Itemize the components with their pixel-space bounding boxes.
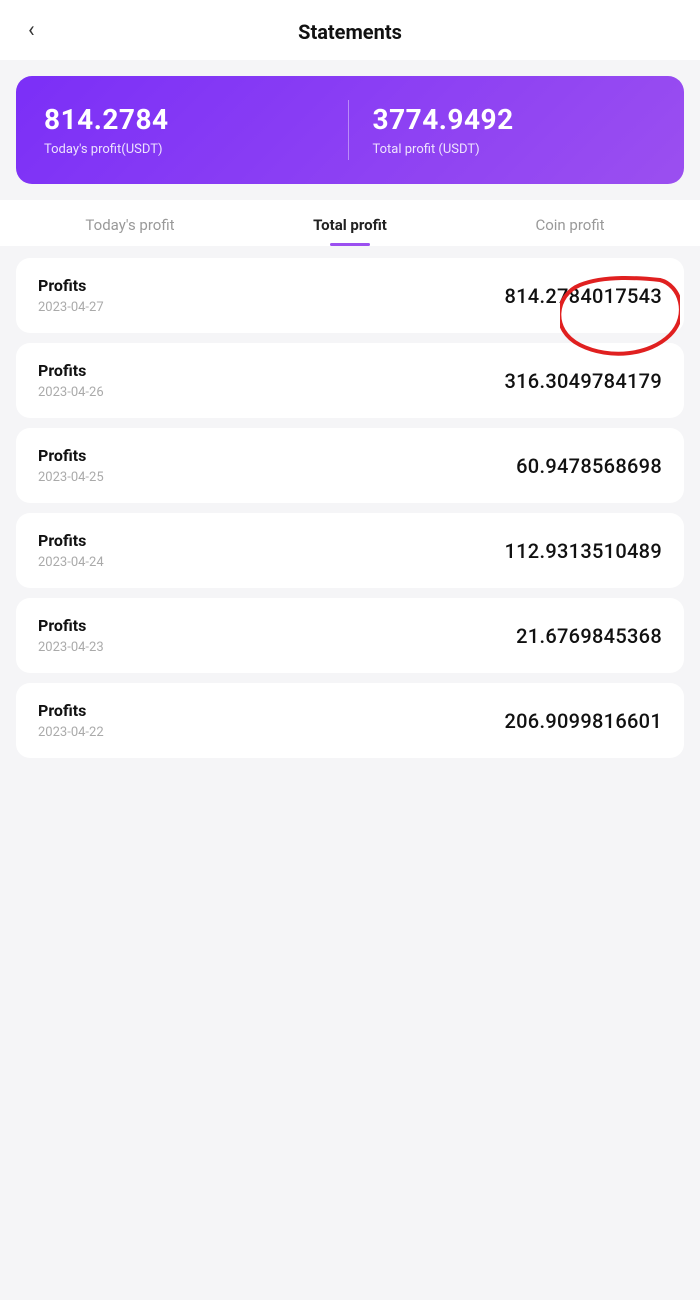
total-profit-value: 3774.9492 bbox=[373, 103, 657, 136]
summary-card: 814.2784 Today's profit(USDT) 3774.9492 … bbox=[16, 76, 684, 184]
header: ‹ Statements bbox=[0, 0, 700, 60]
tab-coin[interactable]: Coin profit bbox=[460, 200, 680, 246]
profit-date-1: 2023-04-26 bbox=[38, 385, 104, 400]
profit-amount-0: 814.2784017543 bbox=[504, 284, 662, 308]
profit-info-3: Profits 2023-04-24 bbox=[38, 531, 104, 570]
back-button[interactable]: ‹ bbox=[20, 14, 43, 47]
profit-list: Profits 2023-04-27 814.2784017543 Profit… bbox=[0, 258, 700, 778]
profit-amount-4: 21.6769845368 bbox=[516, 624, 662, 648]
profit-title-4: Profits bbox=[38, 616, 104, 635]
profit-date-2: 2023-04-25 bbox=[38, 470, 104, 485]
profit-info-5: Profits 2023-04-22 bbox=[38, 701, 104, 740]
total-profit-section: 3774.9492 Total profit (USDT) bbox=[349, 103, 657, 157]
tab-total[interactable]: Total profit bbox=[240, 200, 460, 246]
profit-title-5: Profits bbox=[38, 701, 104, 720]
profit-info-4: Profits 2023-04-23 bbox=[38, 616, 104, 655]
tabs-bar: Today's profit Total profit Coin profit bbox=[0, 200, 700, 246]
today-profit-section: 814.2784 Today's profit(USDT) bbox=[44, 103, 348, 157]
profit-date-4: 2023-04-23 bbox=[38, 640, 104, 655]
today-profit-label: Today's profit(USDT) bbox=[44, 142, 328, 157]
page-title: Statements bbox=[298, 20, 402, 44]
profit-title-1: Profits bbox=[38, 361, 104, 380]
profit-date-5: 2023-04-22 bbox=[38, 725, 104, 740]
profit-amount-5: 206.9099816601 bbox=[504, 709, 662, 733]
profit-card-4: Profits 2023-04-23 21.6769845368 bbox=[16, 598, 684, 673]
profit-card-2: Profits 2023-04-25 60.9478568698 bbox=[16, 428, 684, 503]
profit-info-2: Profits 2023-04-25 bbox=[38, 446, 104, 485]
profit-amount-wrapper-0: 814.2784017543 bbox=[504, 284, 662, 308]
profit-card-0: Profits 2023-04-27 814.2784017543 bbox=[16, 258, 684, 333]
today-profit-value: 814.2784 bbox=[44, 103, 328, 136]
profit-amount-3: 112.9313510489 bbox=[504, 539, 662, 563]
profit-card-1: Profits 2023-04-26 316.3049784179 bbox=[16, 343, 684, 418]
profit-amount-2: 60.9478568698 bbox=[516, 454, 662, 478]
profit-title-2: Profits bbox=[38, 446, 104, 465]
profit-info-0: Profits 2023-04-27 bbox=[38, 276, 104, 315]
profit-card-5: Profits 2023-04-22 206.9099816601 bbox=[16, 683, 684, 758]
profit-amount-1: 316.3049784179 bbox=[504, 369, 662, 393]
profit-date-0: 2023-04-27 bbox=[38, 300, 104, 315]
profit-title-0: Profits bbox=[38, 276, 104, 295]
profit-date-3: 2023-04-24 bbox=[38, 555, 104, 570]
profit-info-1: Profits 2023-04-26 bbox=[38, 361, 104, 400]
tab-today[interactable]: Today's profit bbox=[20, 200, 240, 246]
profit-card-3: Profits 2023-04-24 112.9313510489 bbox=[16, 513, 684, 588]
total-profit-label: Total profit (USDT) bbox=[373, 142, 657, 157]
profit-title-3: Profits bbox=[38, 531, 104, 550]
